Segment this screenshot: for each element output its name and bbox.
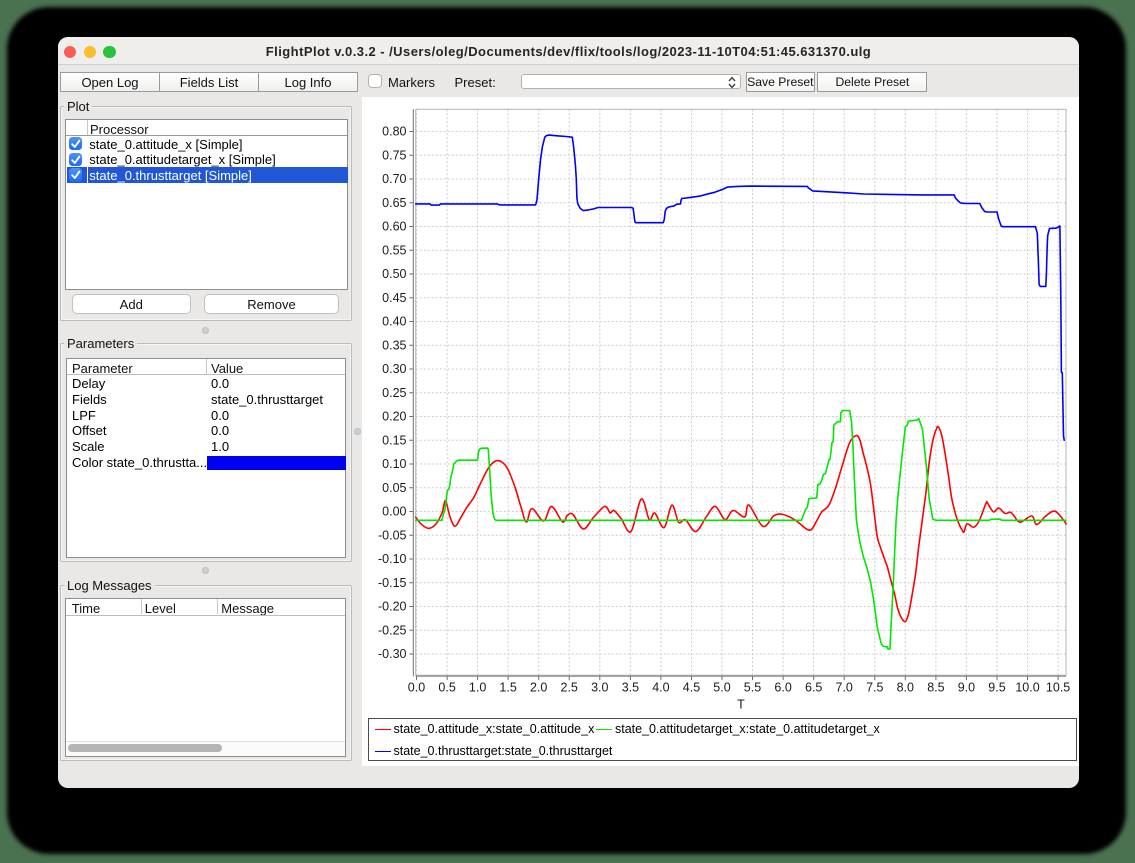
svg-text:0.40: 0.40 bbox=[382, 315, 406, 329]
svg-text:0.75: 0.75 bbox=[382, 148, 406, 162]
svg-text:1.0: 1.0 bbox=[469, 681, 486, 695]
svg-text:10.5: 10.5 bbox=[1046, 681, 1070, 695]
svg-text:-0.20: -0.20 bbox=[378, 600, 407, 614]
svg-text:0.05: 0.05 bbox=[382, 481, 406, 495]
svg-text:0.55: 0.55 bbox=[382, 244, 406, 258]
svg-text:7.0: 7.0 bbox=[836, 681, 853, 695]
svg-text:7.5: 7.5 bbox=[866, 681, 883, 695]
svg-text:0.30: 0.30 bbox=[382, 362, 406, 376]
svg-text:10.0: 10.0 bbox=[1015, 681, 1039, 695]
svg-text:-0.15: -0.15 bbox=[378, 576, 407, 590]
svg-text:4.0: 4.0 bbox=[652, 681, 669, 695]
svg-text:0.60: 0.60 bbox=[382, 220, 406, 234]
svg-text:6.5: 6.5 bbox=[805, 681, 822, 695]
svg-text:0.50: 0.50 bbox=[382, 267, 406, 281]
svg-text:2.5: 2.5 bbox=[561, 681, 578, 695]
svg-text:3.0: 3.0 bbox=[591, 681, 608, 695]
svg-text:3.5: 3.5 bbox=[622, 681, 639, 695]
svg-text:0.00: 0.00 bbox=[382, 505, 406, 519]
svg-text:0.5: 0.5 bbox=[438, 681, 455, 695]
svg-text:-0.05: -0.05 bbox=[378, 529, 407, 543]
svg-text:0.20: 0.20 bbox=[382, 410, 406, 424]
svg-text:0.35: 0.35 bbox=[382, 339, 406, 353]
svg-text:8.5: 8.5 bbox=[927, 681, 944, 695]
svg-text:2.0: 2.0 bbox=[530, 681, 547, 695]
svg-text:-0.25: -0.25 bbox=[378, 624, 407, 638]
svg-text:T: T bbox=[737, 698, 745, 712]
svg-text:5.5: 5.5 bbox=[744, 681, 761, 695]
svg-text:6.0: 6.0 bbox=[774, 681, 791, 695]
svg-text:4.5: 4.5 bbox=[683, 681, 700, 695]
svg-text:1.5: 1.5 bbox=[499, 681, 516, 695]
svg-text:9.0: 9.0 bbox=[958, 681, 975, 695]
svg-text:0.0: 0.0 bbox=[408, 681, 425, 695]
svg-text:0.70: 0.70 bbox=[382, 172, 406, 186]
svg-text:8.0: 8.0 bbox=[897, 681, 914, 695]
svg-text:-0.30: -0.30 bbox=[378, 647, 407, 661]
svg-text:9.5: 9.5 bbox=[988, 681, 1005, 695]
svg-text:-0.10: -0.10 bbox=[378, 552, 407, 566]
svg-text:0.25: 0.25 bbox=[382, 386, 406, 400]
svg-text:5.0: 5.0 bbox=[713, 681, 730, 695]
svg-text:0.65: 0.65 bbox=[382, 196, 406, 210]
svg-text:0.80: 0.80 bbox=[382, 125, 406, 139]
svg-text:0.15: 0.15 bbox=[382, 434, 406, 448]
svg-text:0.10: 0.10 bbox=[382, 457, 406, 471]
svg-text:0.45: 0.45 bbox=[382, 291, 406, 305]
